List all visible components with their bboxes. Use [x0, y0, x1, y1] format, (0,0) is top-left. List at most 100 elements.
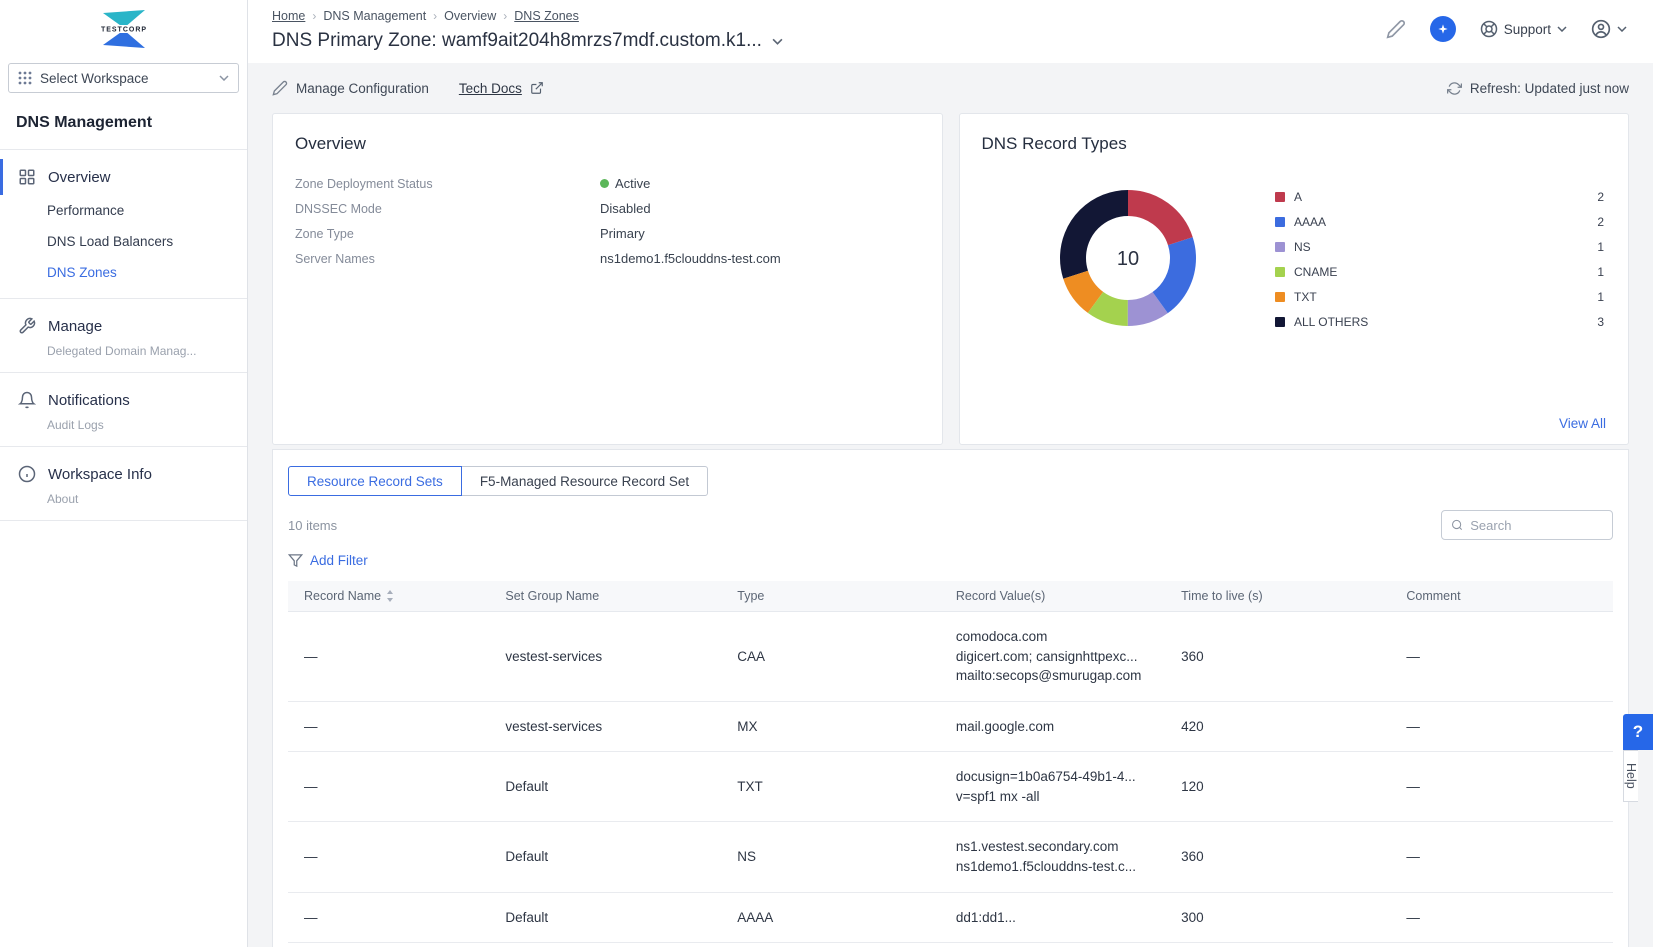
help-label[interactable]: Help	[1623, 750, 1638, 802]
record-value-line: mailto:secops@smurugap.com	[956, 666, 1157, 686]
summary-cards: Overview Zone Deployment Status Active D…	[248, 113, 1653, 445]
info-icon	[18, 465, 36, 483]
search-icon	[1451, 518, 1463, 532]
column-record-name[interactable]: Record Name	[288, 581, 493, 612]
bell-icon	[18, 391, 36, 409]
sidebar-item-overview[interactable]: Overview	[0, 159, 247, 195]
record-type-cell: AAAA	[725, 892, 944, 943]
record-table-body: —vestest-servicesCAAcomodoca.comdigicert…	[288, 612, 1613, 943]
set-group-name-cell: Default	[493, 752, 725, 822]
legend-item-all-others: ALL OTHERS3	[1275, 309, 1604, 334]
ttl-cell: 300	[1169, 892, 1394, 943]
svg-text:TESTCORP: TESTCORP	[100, 27, 146, 34]
record-types-legend: A2AAAA2NS1CNAME1TXT1ALL OTHERS3	[1275, 162, 1606, 334]
records-panel: Resource Record Sets F5-Managed Resource…	[272, 449, 1629, 947]
breadcrumb-separator: ›	[503, 9, 507, 23]
user-icon	[1591, 19, 1611, 39]
sidebar-item-workspace-info[interactable]: Workspace Info	[0, 456, 247, 492]
add-filter-button[interactable]: Add Filter	[288, 553, 1613, 568]
ttl-cell: 120	[1169, 752, 1394, 822]
dns-record-types-card: DNS Record Types 10 A2AAAA2NS1CNAME1TXT1…	[959, 113, 1630, 445]
table-row[interactable]: —DefaultAAAAdd1:dd1...300—	[288, 892, 1613, 943]
record-name-cell: —	[288, 701, 493, 752]
field-label: Zone Type	[295, 227, 600, 241]
record-values-cell: ns1.vestest.secondary.comns1demo1.f5clou…	[944, 822, 1169, 892]
table-row[interactable]: —DefaultTXTdocusign=1b0a6754-49b1-4...v=…	[288, 752, 1613, 822]
sidebar: TESTCORP Select Workspace DNS Management…	[0, 0, 248, 947]
field-label: Server Names	[295, 252, 600, 266]
sidebar-item-dns-zones[interactable]: DNS Zones	[0, 257, 247, 288]
overview-card: Overview Zone Deployment Status Active D…	[272, 113, 943, 445]
tech-docs-link[interactable]: Tech Docs	[459, 81, 544, 96]
legend-swatch	[1275, 292, 1285, 302]
workspace-selector[interactable]: Select Workspace	[8, 63, 239, 93]
legend-item-aaaa: AAAA2	[1275, 209, 1604, 234]
nav-sublabel-about[interactable]: About	[0, 492, 247, 510]
nav-sublabel-delegated-domain[interactable]: Delegated Domain Manag...	[0, 344, 247, 362]
legend-count: 1	[1597, 290, 1604, 304]
record-values-cell: comodoca.comdigicert.com; cansignhttpexc…	[944, 612, 1169, 702]
legend-label: TXT	[1294, 290, 1317, 304]
refresh-button[interactable]: Refresh: Updated just now	[1447, 81, 1629, 96]
sort-icon	[386, 590, 394, 602]
breadcrumb-home[interactable]: Home	[272, 9, 305, 23]
ai-assistant-button[interactable]	[1430, 16, 1456, 42]
breadcrumb-dns-management[interactable]: DNS Management	[323, 9, 426, 23]
column-comment: Comment	[1394, 581, 1613, 612]
support-label: Support	[1504, 22, 1551, 37]
ttl-cell: 360	[1169, 612, 1394, 702]
chevron-down-icon	[219, 75, 229, 81]
legend-count: 1	[1597, 265, 1604, 279]
tab-resource-record-sets[interactable]: Resource Record Sets	[288, 466, 462, 496]
legend-swatch	[1275, 267, 1285, 277]
sidebar-item-performance[interactable]: Performance	[0, 195, 247, 226]
table-row[interactable]: —DefaultNSns1.vestest.secondary.comns1de…	[288, 822, 1613, 892]
legend-swatch	[1275, 192, 1285, 202]
nav-group-overview: Overview Performance DNS Load Balancers …	[0, 149, 247, 298]
column-type: Type	[725, 581, 944, 612]
life-buoy-icon	[1480, 20, 1498, 38]
tab-f5-managed-resource-record-set[interactable]: F5-Managed Resource Record Set	[461, 466, 708, 496]
field-label: DNSSEC Mode	[295, 202, 600, 216]
sub-toolbar: Manage Configuration Tech Docs Refresh: …	[248, 63, 1653, 113]
field-value: Active	[615, 176, 650, 191]
search-box[interactable]	[1441, 510, 1613, 540]
sidebar-item-dns-load-balancers[interactable]: DNS Load Balancers	[0, 226, 247, 257]
ttl-cell: 360	[1169, 822, 1394, 892]
column-label: Record Name	[304, 589, 381, 603]
manage-configuration-button[interactable]: Manage Configuration	[272, 80, 429, 96]
table-row[interactable]: —vestest-servicesCAAcomodoca.comdigicert…	[288, 612, 1613, 702]
breadcrumb-overview[interactable]: Overview	[444, 9, 496, 23]
items-count: 10 items	[288, 518, 337, 533]
record-set-tabs: Resource Record Sets F5-Managed Resource…	[288, 466, 1613, 496]
view-all-link[interactable]: View All	[1559, 416, 1606, 431]
page-title: DNS Primary Zone: wamf9ait204h8mrzs7mdf.…	[272, 30, 762, 52]
record-value-line: dd1:dd1...	[956, 908, 1157, 928]
nav-sublabel-audit-logs[interactable]: Audit Logs	[0, 418, 247, 436]
legend-item-a: A2	[1275, 184, 1604, 209]
help-question-icon[interactable]: ?	[1623, 714, 1653, 750]
title-chevron-down-icon[interactable]	[772, 38, 783, 45]
ttl-cell: 420	[1169, 701, 1394, 752]
support-menu[interactable]: Support	[1480, 20, 1567, 38]
sidebar-item-manage[interactable]: Manage	[0, 308, 247, 344]
brush-icon[interactable]	[1386, 19, 1406, 39]
nav-group-manage: Manage Delegated Domain Manag...	[0, 298, 247, 372]
search-input[interactable]	[1470, 518, 1603, 533]
column-record-values: Record Value(s)	[944, 581, 1169, 612]
help-tab[interactable]: ? Help	[1623, 714, 1653, 802]
sidebar-item-notifications[interactable]: Notifications	[0, 382, 247, 418]
refresh-icon	[1447, 81, 1462, 96]
record-value-line: ns1.vestest.secondary.com	[956, 837, 1157, 857]
legend-label: NS	[1294, 240, 1311, 254]
status-dot-active	[600, 179, 609, 188]
legend-item-txt: TXT 1	[1275, 284, 1604, 309]
apps-grid-icon	[18, 71, 32, 85]
breadcrumb-separator: ›	[312, 9, 316, 23]
field-zone-type: Zone Type Primary	[295, 221, 920, 246]
field-value: ns1demo1.f5clouddns-test.com	[600, 251, 781, 266]
account-menu[interactable]	[1591, 19, 1627, 39]
breadcrumb-dns-zones[interactable]: DNS Zones	[514, 9, 579, 23]
legend-label: ALL OTHERS	[1294, 315, 1368, 329]
table-row[interactable]: —vestest-servicesMXmail.google.com420—	[288, 701, 1613, 752]
